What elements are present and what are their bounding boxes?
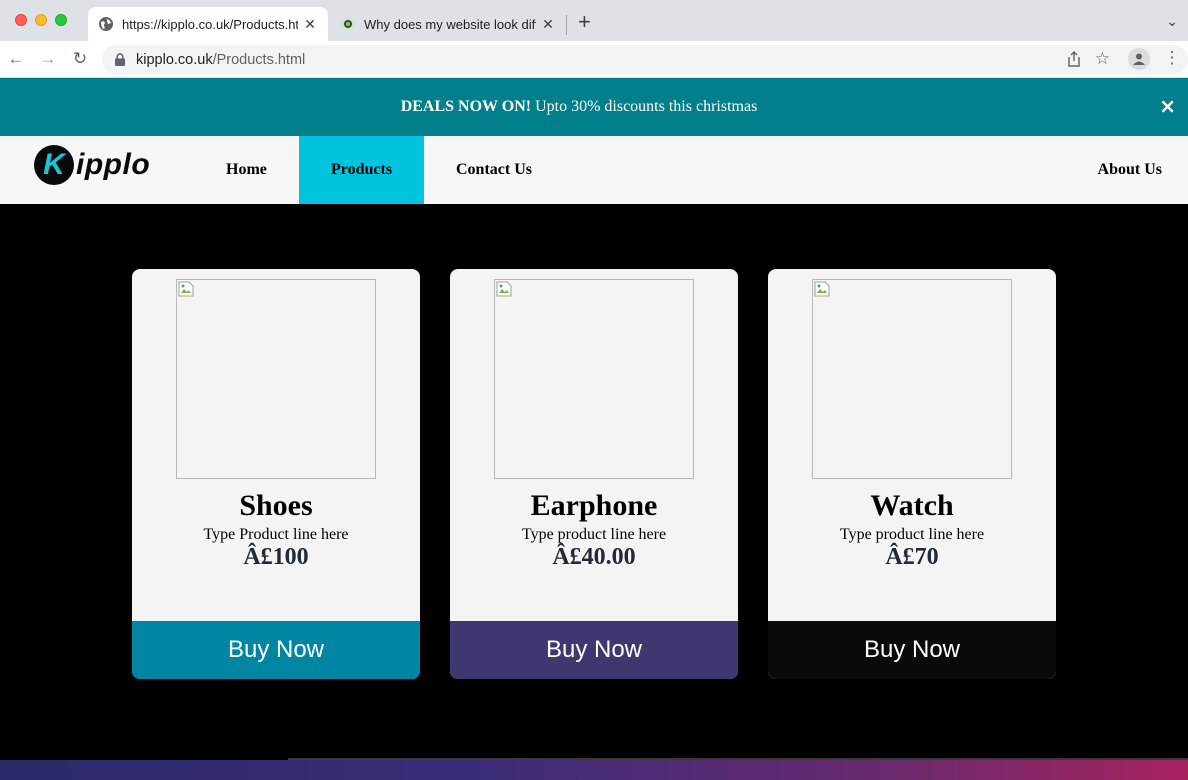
logo-wordmark: ipplo bbox=[76, 148, 151, 181]
nav-products[interactable]: Products bbox=[299, 136, 424, 204]
broken-image-icon bbox=[178, 281, 194, 297]
buy-now-button[interactable]: Buy Now bbox=[132, 621, 420, 679]
address-bar[interactable]: kipplo.co.uk/Products.html ☆ bbox=[102, 45, 1188, 74]
product-card: Earphone Type product line here Â£40.00 … bbox=[450, 269, 738, 679]
promo-bold: DEALS NOW ON! bbox=[400, 98, 532, 115]
broken-image-icon bbox=[814, 281, 830, 297]
product-line: Type product line here bbox=[839, 526, 985, 543]
product-price: Â£100 bbox=[243, 544, 309, 570]
close-banner-icon[interactable]: × bbox=[1159, 96, 1176, 116]
window-shadow-edge bbox=[288, 758, 1188, 760]
forward-arrow-icon[interactable]: → bbox=[38, 49, 58, 69]
lock-icon bbox=[115, 53, 125, 66]
product-name: Shoes bbox=[239, 489, 313, 522]
nav-about-us[interactable]: About Us bbox=[1066, 136, 1188, 204]
maximize-window-button[interactable] bbox=[55, 14, 67, 26]
buy-now-button[interactable]: Buy Now bbox=[450, 621, 738, 679]
tab-title: Why does my website look diffe bbox=[364, 16, 536, 32]
browser-toolbar: ← → ↻ kipplo.co.uk/Products.html ☆ ⋮ bbox=[0, 41, 1188, 78]
product-image-broken bbox=[494, 279, 694, 479]
url-host: kipplo.co.uk bbox=[136, 51, 213, 68]
buy-now-button[interactable]: Buy Now bbox=[768, 621, 1056, 679]
promo-rest: Upto 30% discounts this christmas bbox=[531, 98, 758, 115]
site-navbar: K ipplo Home Products Contact Us About U… bbox=[0, 136, 1188, 204]
kebab-menu-icon[interactable]: ⋮ bbox=[1162, 48, 1182, 68]
broken-image-icon bbox=[496, 281, 512, 297]
nav-contact-us[interactable]: Contact Us bbox=[424, 136, 564, 204]
product-price: Â£40.00 bbox=[552, 544, 636, 570]
product-name: Earphone bbox=[530, 489, 658, 522]
product-image-broken bbox=[812, 279, 1012, 479]
product-image-broken bbox=[176, 279, 376, 479]
profile-avatar-icon[interactable] bbox=[1128, 48, 1150, 70]
back-arrow-icon[interactable]: ← bbox=[6, 49, 26, 69]
nav-home[interactable]: Home bbox=[194, 136, 299, 204]
url-path: /Products.html bbox=[212, 51, 306, 68]
close-tab-icon[interactable]: ✕ bbox=[302, 16, 318, 33]
globe-icon bbox=[99, 17, 113, 31]
tab-title: https://kipplo.co.uk/Products.html bbox=[122, 16, 298, 32]
product-line: Type product line here bbox=[521, 526, 667, 543]
reload-icon[interactable]: ↻ bbox=[70, 49, 90, 69]
tab-website-question[interactable]: Why does my website look diffe ✕ bbox=[330, 7, 566, 41]
share-icon[interactable] bbox=[1066, 51, 1082, 68]
kipplo-logo[interactable]: K ipplo bbox=[34, 145, 150, 185]
star-icon[interactable]: ☆ bbox=[1095, 49, 1110, 69]
browser-window: https://kipplo.co.uk/Products.html ✕ Why… bbox=[0, 0, 1188, 760]
new-tab-button[interactable]: + bbox=[578, 11, 591, 33]
tab-products[interactable]: https://kipplo.co.uk/Products.html ✕ bbox=[88, 7, 328, 41]
promo-text: DEALS NOW ON! Upto 30% discounts this ch… bbox=[401, 98, 758, 116]
product-line: Type Product line here bbox=[203, 526, 349, 543]
logo-initial: K bbox=[43, 148, 65, 181]
product-price: Â£70 bbox=[885, 544, 939, 570]
site-favicon-icon bbox=[341, 17, 355, 31]
minimize-window-button[interactable] bbox=[35, 14, 47, 26]
product-card: Shoes Type Product line here Â£100 Buy N… bbox=[132, 269, 420, 679]
close-tab-icon[interactable]: ✕ bbox=[540, 16, 556, 33]
tab-separator bbox=[566, 15, 567, 35]
product-name: Watch bbox=[870, 489, 954, 522]
logo-badge: K bbox=[34, 145, 74, 185]
chevron-down-icon[interactable]: ⌄ bbox=[1166, 13, 1178, 30]
product-card: Watch Type product line here Â£70 Buy No… bbox=[768, 269, 1056, 679]
promo-banner: DEALS NOW ON! Upto 30% discounts this ch… bbox=[0, 78, 1188, 136]
web-page: DEALS NOW ON! Upto 30% discounts this ch… bbox=[0, 78, 1188, 760]
close-window-button[interactable] bbox=[15, 14, 27, 26]
person-icon bbox=[1133, 53, 1145, 65]
tab-bar: https://kipplo.co.uk/Products.html ✕ Why… bbox=[0, 0, 1188, 41]
